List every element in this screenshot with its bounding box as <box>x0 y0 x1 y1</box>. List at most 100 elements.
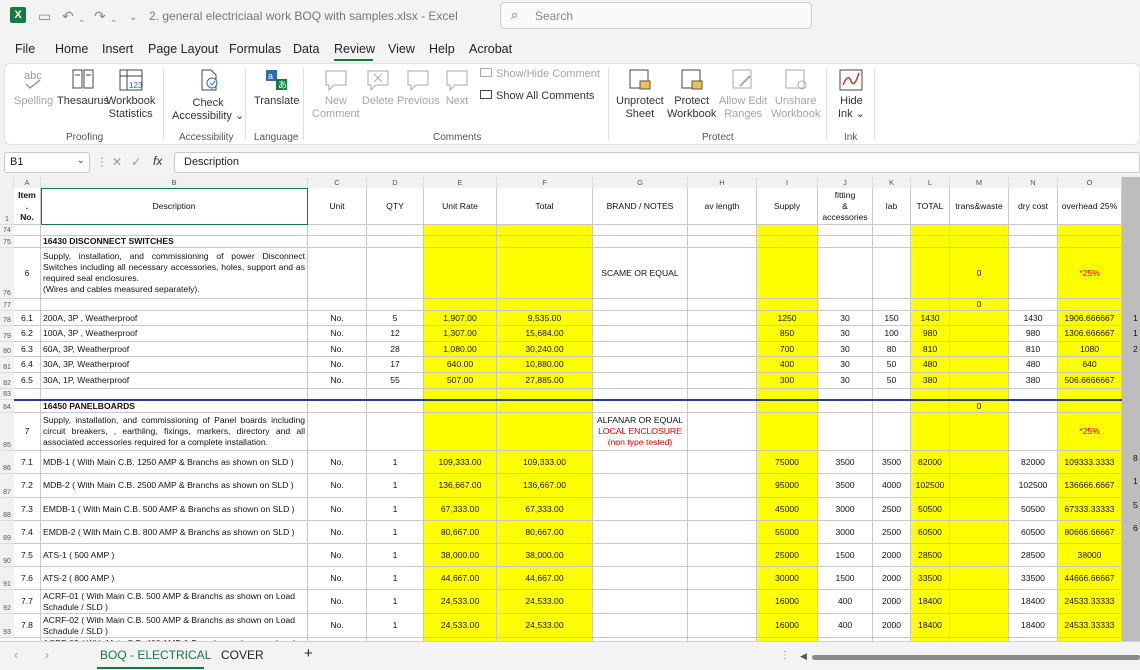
header-unit[interactable]: Unit <box>308 188 367 225</box>
enter-icon[interactable]: ✓ <box>131 155 141 169</box>
cell-rate[interactable]: 1,080.00 <box>424 342 497 357</box>
cell-e[interactable] <box>424 400 497 413</box>
row-header[interactable]: 89 <box>0 521 14 544</box>
column-header-b[interactable]: B <box>41 177 308 188</box>
cell-desc[interactable]: MDB-1 ( With Main C.B. 1250 AMP & Branch… <box>41 451 308 474</box>
cell-total[interactable]: 27,885.00 <box>497 373 593 389</box>
cell-desc[interactable]: ATS-2 ( 800 AMP ) <box>41 567 308 590</box>
cell-i[interactable] <box>757 413 818 451</box>
cell-i[interactable] <box>757 248 818 299</box>
column-header-i[interactable]: I <box>757 177 818 188</box>
thesaurus-button[interactable]: Thesaurus <box>57 68 109 108</box>
cell-dry[interactable]: 480 <box>1009 357 1058 373</box>
cell-supply[interactable]: 700 <box>757 342 818 357</box>
cell-fit[interactable]: 30 <box>818 357 873 373</box>
cell-j[interactable] <box>818 236 873 248</box>
cell-tot[interactable]: 102500 <box>911 474 950 498</box>
cell-g[interactable] <box>593 498 688 521</box>
cell-c[interactable] <box>308 248 367 299</box>
row-header[interactable]: 77 <box>0 299 14 311</box>
header-supply[interactable]: Supply <box>757 188 818 225</box>
save-icon[interactable]: ▭ <box>38 8 51 24</box>
row-header[interactable]: 92 <box>0 590 14 614</box>
cell-oh[interactable]: 1906.666667 <box>1058 311 1122 326</box>
cell-c[interactable] <box>308 236 367 248</box>
row-header[interactable]: 85 <box>0 413 14 451</box>
cell-dry[interactable]: 380 <box>1009 373 1058 389</box>
cell-unit[interactable]: No. <box>308 614 367 638</box>
cell-h[interactable] <box>688 400 757 413</box>
cell-h[interactable] <box>688 498 757 521</box>
cell-h[interactable] <box>688 474 757 498</box>
cell-tot[interactable]: 50500 <box>911 498 950 521</box>
row-header[interactable]: 90 <box>0 544 14 567</box>
header-item[interactable]: Item. No. <box>14 188 41 225</box>
column-header-l[interactable]: L <box>911 177 950 188</box>
cell-supply[interactable]: 400 <box>757 357 818 373</box>
cell-h[interactable] <box>688 614 757 638</box>
cell-k[interactable] <box>873 413 911 451</box>
cell-e[interactable] <box>424 236 497 248</box>
cell-fit[interactable]: 1500 <box>818 567 873 590</box>
cell-m[interactable] <box>950 474 1009 498</box>
cell-d[interactable] <box>367 299 424 311</box>
column-header-f[interactable]: F <box>497 177 593 188</box>
item-description[interactable]: Supply, installation, and commissioning … <box>41 248 308 299</box>
cell-dry[interactable]: 18400 <box>1009 590 1058 614</box>
cell-desc[interactable]: EMDB-2 ( With Main C.B. 800 AMP & Branch… <box>41 521 308 544</box>
add-sheet-icon[interactable]: + <box>304 645 313 662</box>
cell-lab[interactable]: 80 <box>873 342 911 357</box>
formula-input[interactable]: Description <box>174 152 1140 173</box>
cell-dry[interactable]: 50500 <box>1009 498 1058 521</box>
row-header[interactable]: 78 <box>0 311 14 326</box>
item-description[interactable]: Supply, installation, and commissioning … <box>41 413 308 451</box>
row-header[interactable]: 74 <box>0 225 14 236</box>
column-header-d[interactable]: D <box>367 177 424 188</box>
cell-dry[interactable]: 102500 <box>1009 474 1058 498</box>
cell-lab[interactable]: 150 <box>873 311 911 326</box>
item-number[interactable]: 6 <box>14 248 41 299</box>
cell-oh[interactable]: 44666.66667 <box>1058 567 1122 590</box>
cell-tot[interactable]: 33500 <box>911 567 950 590</box>
cell-total[interactable]: 109,333.00 <box>497 451 593 474</box>
cell-a[interactable] <box>14 236 41 248</box>
check-accessibility-button[interactable]: Check Accessibility ⌄ <box>172 68 244 122</box>
cell-m[interactable] <box>950 521 1009 544</box>
header-description[interactable]: Description <box>41 188 308 225</box>
cell-f[interactable] <box>497 225 593 236</box>
cell-g[interactable] <box>593 400 688 413</box>
cell-lab[interactable]: 4000 <box>873 474 911 498</box>
show-all-comments-button[interactable]: Show All Comments <box>480 90 594 103</box>
cell-supply[interactable]: 55000 <box>757 521 818 544</box>
cell-h[interactable] <box>688 299 757 311</box>
cell-g[interactable] <box>593 236 688 248</box>
insert-function-icon[interactable]: fx <box>153 154 162 168</box>
cell-total[interactable]: 24,533.00 <box>497 590 593 614</box>
column-header-c[interactable]: C <box>308 177 367 188</box>
cell-oh[interactable]: 506.6666667 <box>1058 373 1122 389</box>
cell-m[interactable] <box>950 342 1009 357</box>
header-av_length[interactable]: av length <box>688 188 757 225</box>
cell-oh[interactable]: 109333.3333 <box>1058 451 1122 474</box>
row-header[interactable]: 87 <box>0 474 14 498</box>
undo-dropdown-icon[interactable]: ⌄ <box>78 11 86 27</box>
row-header[interactable]: 76 <box>0 248 14 299</box>
cell-qty[interactable]: 5 <box>367 311 424 326</box>
cell-n[interactable] <box>1009 413 1058 451</box>
cell-k[interactable] <box>873 299 911 311</box>
cell-h[interactable] <box>688 326 757 342</box>
cell-supply[interactable]: 850 <box>757 326 818 342</box>
cell-dry[interactable]: 60500 <box>1009 521 1058 544</box>
cell-a[interactable] <box>14 299 41 311</box>
item-number[interactable]: 7 <box>14 413 41 451</box>
cell-overhead[interactable]: *25% <box>1058 248 1122 299</box>
cell-rate[interactable]: 1,307.00 <box>424 326 497 342</box>
tab-file[interactable]: File <box>15 42 35 56</box>
cell-j[interactable] <box>818 299 873 311</box>
cell-lab[interactable]: 2000 <box>873 590 911 614</box>
cell-h[interactable] <box>688 248 757 299</box>
column-header-g[interactable]: G <box>593 177 688 188</box>
cell-no[interactable]: 6.3 <box>14 342 41 357</box>
cell-no[interactable]: 6.1 <box>14 311 41 326</box>
cell-qty[interactable]: 1 <box>367 590 424 614</box>
